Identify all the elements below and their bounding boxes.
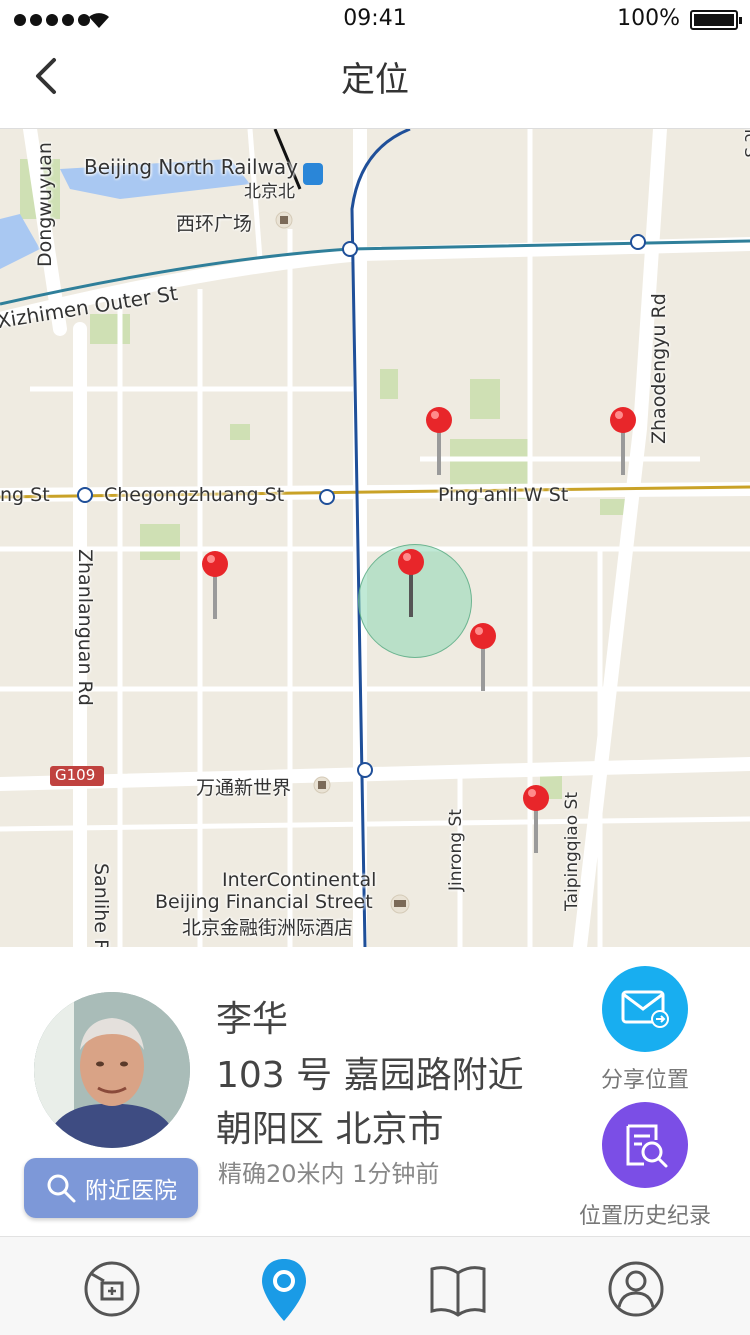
page-title: 定位 [341,60,409,100]
map-label-financial-street: Beijing Financial Street [155,891,373,913]
avatar-portrait-icon [34,992,190,1148]
person-info-panel: 附近医院 李华 103 号 嘉园路附近 朝阳区 北京市 精确20米内 1分钟前 … [0,948,750,1235]
map-label-dongwuyuan: Dongwuyuan [34,142,56,267]
map-canvas [0,129,750,947]
tab-book-icon[interactable] [428,1259,488,1319]
mail-icon [602,966,688,1052]
nearby-hospital-button[interactable]: 附近医院 [24,1158,198,1218]
map-label-sanlihe: Sanlihe R [90,863,112,947]
map-label-zhanlanguan: Zhanlanguan Rd [74,549,96,706]
location-accuracy-text: 精确20米内 1分钟前 [218,1160,440,1188]
map-label-jinrong: Jinrong St [446,809,466,891]
map-label-wantong: 万通新世界 [196,777,292,799]
map-label-hotel-cn: 北京金融街洲际酒店 [182,917,354,939]
tab-bar [0,1236,750,1335]
map-label-taipingqiao: Taipingqiao St [562,792,582,911]
avatar[interactable] [34,992,190,1148]
share-location-button[interactable]: 分享位置 [555,966,735,1094]
map-label-zhaodengyu: Zhaodengyu Rd [648,293,670,444]
address-line-1: 103 号 嘉园路附近 [216,1055,524,1096]
current-location-pin-icon[interactable] [396,547,426,619]
search-icon [47,1174,76,1203]
history-search-icon [602,1102,688,1188]
map-view[interactable]: Beijing North Railway 北京北 西环广场 Dongwuyua… [0,129,750,947]
battery-percent: 100% [617,6,680,31]
tab-health-icon[interactable] [82,1259,142,1319]
address-line-2: 朝阳区 北京市 [216,1109,444,1150]
map-label-g109: G109 [55,766,96,784]
map-pin-icon[interactable] [200,549,230,621]
nearby-hospital-label: 附近医院 [85,1178,177,1204]
tab-location-icon[interactable] [254,1255,314,1325]
map-label-chegongzhuang: Chegongzhuang St [104,484,285,506]
person-name: 李华 [216,999,289,1040]
status-bar: 09:41 100% [0,0,750,40]
map-pin-icon[interactable] [608,405,638,477]
map-label-railway: Beijing North Railway [84,155,298,179]
map-label-pinganli: Ping'anli W St [438,484,569,506]
map-label-railway-cn: 北京北 [244,182,295,202]
navigation-bar: 定位 [0,40,750,129]
map-label-intercontinental: InterContinental [222,869,377,891]
map-pin-icon[interactable] [468,621,498,693]
share-location-label: 分享位置 [600,1068,689,1093]
location-history-button[interactable]: 位置历史纪录 [555,1102,735,1230]
map-label-xihuan: 西环广场 [176,213,253,235]
map-pin-icon[interactable] [424,405,454,477]
location-history-label: 位置历史纪录 [578,1204,711,1229]
map-label-chegong-left: ng St [0,484,50,506]
map-pin-icon[interactable] [521,783,551,855]
map-label-right-edge: ic S [741,129,750,157]
battery-icon [690,10,742,30]
tab-profile-icon[interactable] [606,1259,666,1319]
